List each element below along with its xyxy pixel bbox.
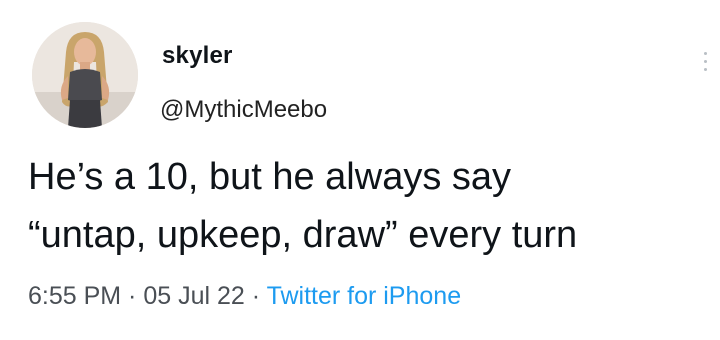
avatar-image <box>32 22 138 128</box>
avatar[interactable] <box>32 22 138 128</box>
user-handle[interactable]: @MythicMeebo <box>160 96 327 124</box>
tweet-date[interactable]: 05 Jul 22 <box>143 282 244 310</box>
tweet-text-line-1: He’s a 10, but he always say <box>28 156 512 198</box>
tweet-text-line-2: “untap, upkeep, draw” every turn <box>28 214 578 256</box>
tweet-meta: 6:55 PM · 05 Jul 22 · Twitter for iPhone <box>28 282 461 311</box>
display-name[interactable]: skyler <box>162 42 233 70</box>
meta-separator: · <box>121 282 144 310</box>
more-options-icon[interactable] <box>700 52 710 82</box>
meta-separator-2: · <box>244 282 267 310</box>
tweet-time[interactable]: 6:55 PM <box>28 282 121 310</box>
tweet-source-link[interactable]: Twitter for iPhone <box>267 282 462 310</box>
tweet-card: skyler @MythicMeebo He’s a 10, but he al… <box>0 0 720 340</box>
tweet-text: He’s a 10, but he always say “untap, upk… <box>28 148 718 264</box>
